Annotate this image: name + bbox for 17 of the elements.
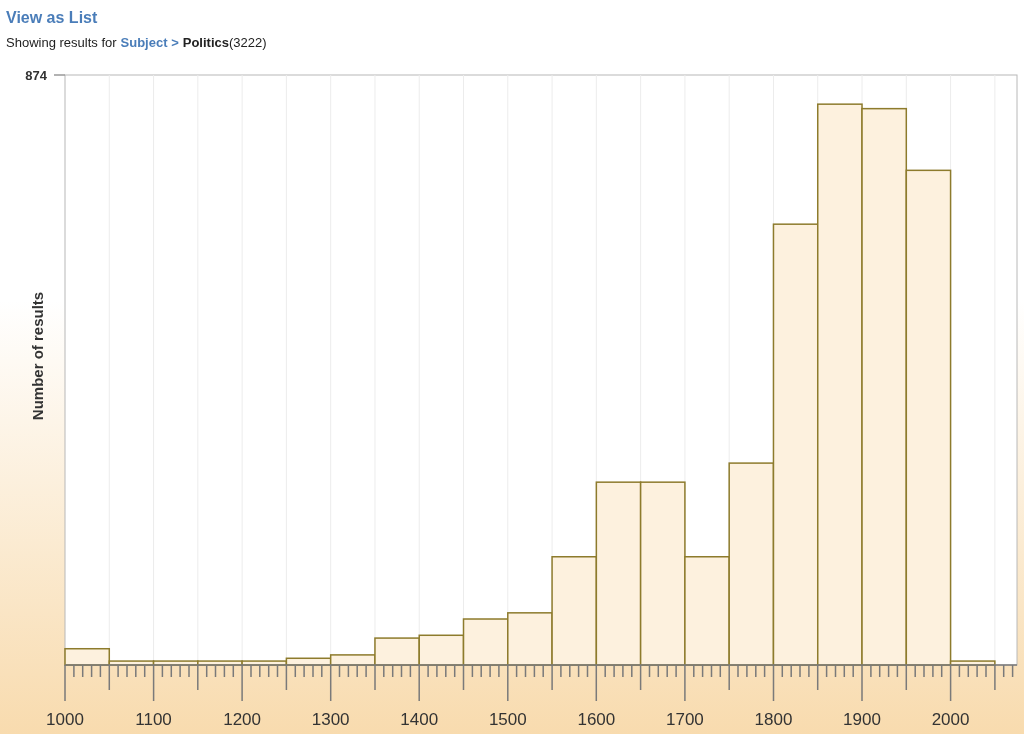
x-tick-label: 1400 (400, 710, 439, 729)
y-max-label: 874 (25, 68, 47, 83)
results-label: Showing results for (6, 34, 117, 52)
x-tick-label: 1000 (46, 710, 84, 729)
x-tick-label: 1600 (577, 710, 616, 729)
x-tick-label: 1700 (666, 710, 704, 729)
subject-label: Politics(3222) (182, 34, 267, 52)
y-axis-title: Number of results (29, 291, 46, 421)
x-tick-label: 2000 (931, 710, 970, 729)
x-tick-label: 1100 (135, 710, 172, 729)
x-tick-label: 1800 (754, 710, 793, 729)
breadcrumb-link[interactable]: Subject > (120, 33, 179, 53)
x-tick-label: 1500 (488, 710, 527, 729)
view-as-list-link[interactable]: View as List (6, 9, 98, 26)
x-tick-label: 1900 (843, 710, 881, 729)
x-tick-label: 1200 (223, 710, 262, 729)
x-tick-label: 1300 (311, 710, 350, 729)
